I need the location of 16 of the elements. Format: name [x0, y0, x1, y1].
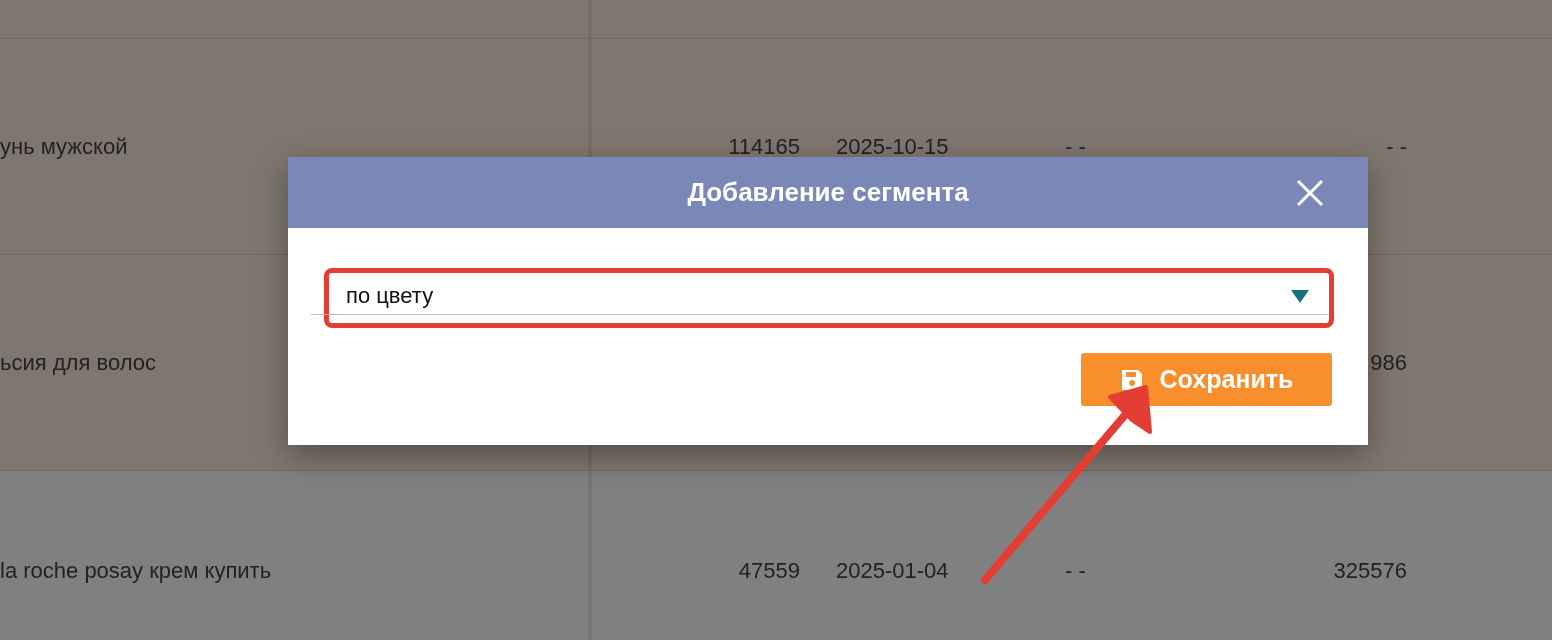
table-cell: la roche posay крем купить — [0, 558, 272, 584]
table-cell: 47559 — [738, 558, 800, 584]
dialog-title: Добавление сегмента — [687, 177, 969, 208]
table-cell: 2025-01-04 — [836, 558, 949, 584]
table-cell: унь мужской — [0, 133, 128, 160]
dropdown-triangle-icon — [1291, 289, 1309, 303]
close-button[interactable] — [1296, 179, 1324, 207]
table-cell: 325576 — [1333, 558, 1407, 584]
table-cell: ьсия для волос — [0, 349, 156, 376]
table-cell: 114165 — [728, 133, 800, 160]
table-cell: - - — [1065, 133, 1086, 160]
close-icon — [1296, 179, 1324, 207]
table-cell: - - — [1386, 133, 1407, 160]
table-cell: 2025-10-15 — [836, 133, 949, 160]
table-cell: - - — [1065, 558, 1086, 584]
table-cell: 986 — [1370, 349, 1407, 376]
